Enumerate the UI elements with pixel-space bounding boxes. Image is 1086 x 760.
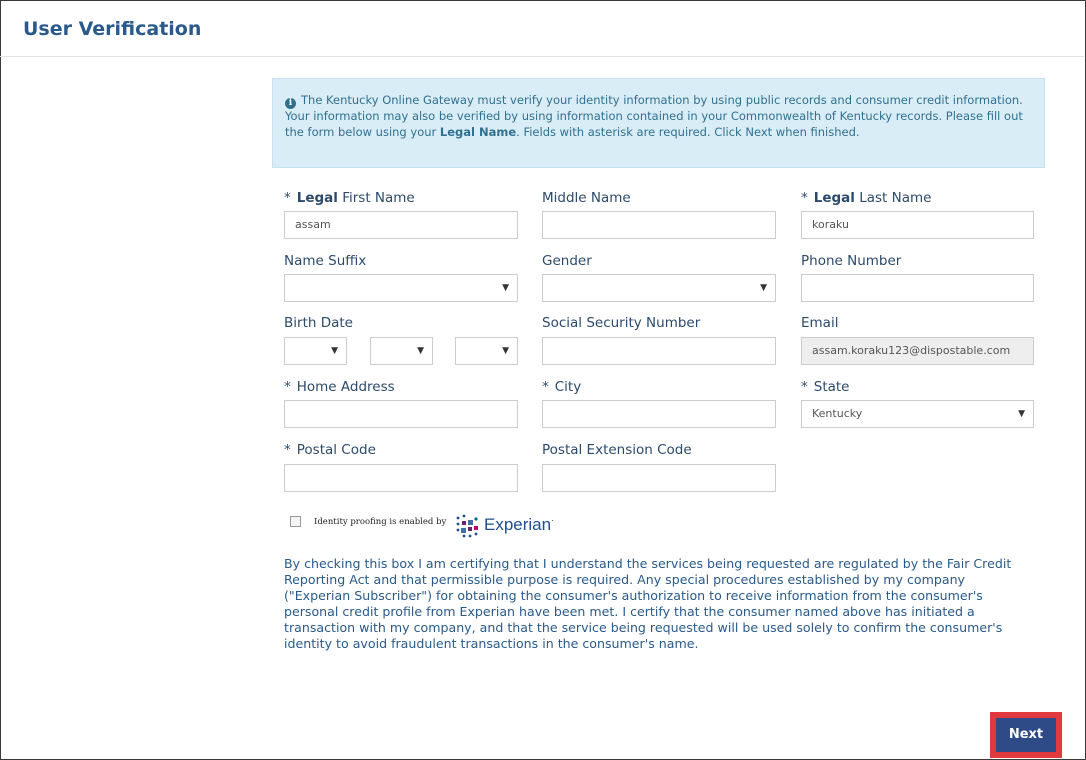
birth-year-select[interactable]: ▼	[455, 337, 518, 365]
gender-select[interactable]: ▼	[542, 274, 776, 302]
state-value: Kentucky	[812, 407, 863, 420]
phone-input[interactable]	[801, 274, 1034, 302]
experian-brand-mark: ·	[551, 515, 555, 525]
first-name-input[interactable]: assam	[284, 211, 518, 239]
dropdown-arrow-icon: ▼	[417, 346, 424, 356]
required-asterisk: *	[284, 190, 291, 206]
title-divider	[0, 56, 1084, 57]
certification-text: By checking this box I am certifying tha…	[284, 556, 1012, 651]
postal-code-input[interactable]	[284, 464, 518, 492]
phone-label: Phone Number	[801, 253, 902, 269]
dropdown-arrow-icon: ▼	[331, 346, 338, 356]
dropdown-arrow-icon: ▼	[760, 283, 767, 293]
last-name-input[interactable]: koraku	[801, 211, 1034, 239]
last-name-label: * Legal Last Name	[801, 190, 931, 206]
info-icon: i	[285, 98, 296, 109]
next-button[interactable]: Next	[996, 718, 1056, 752]
legal-bold: Legal	[296, 190, 338, 206]
home-address-label: * Home Address	[284, 379, 395, 395]
postal-ext-input[interactable]	[542, 464, 776, 492]
middle-name-input[interactable]	[542, 211, 776, 239]
required-asterisk: *	[284, 379, 291, 395]
name-suffix-select[interactable]: ▼	[284, 274, 518, 302]
name-suffix-label: Name Suffix	[284, 253, 367, 269]
state-label: * State	[801, 379, 849, 395]
middle-name-label: Middle Name	[542, 190, 631, 206]
required-asterisk: *	[284, 442, 291, 458]
required-asterisk: *	[542, 379, 549, 395]
legal-bold: Legal	[813, 190, 855, 206]
postal-code-label-text: Postal Code	[296, 442, 376, 458]
experian-logo-icon	[456, 514, 478, 538]
first-name-label: * Legal First Name	[284, 190, 415, 206]
last-name-label-text: Last Name	[854, 190, 932, 206]
dropdown-arrow-icon: ▼	[1018, 409, 1025, 419]
ssn-label: Social Security Number	[542, 315, 701, 331]
birth-day-select[interactable]: ▼	[370, 337, 433, 365]
city-input[interactable]	[542, 400, 776, 428]
birth-date-label: Birth Date	[284, 315, 353, 331]
ssn-input[interactable]	[542, 337, 776, 365]
gender-label: Gender	[542, 253, 592, 269]
home-address-label-text: Home Address	[296, 379, 395, 395]
experian-brand: Experian·	[484, 515, 554, 535]
city-label: * City	[542, 379, 581, 395]
birth-month-select[interactable]: ▼	[284, 337, 347, 365]
postal-ext-label: Postal Extension Code	[542, 442, 692, 458]
email-label: Email	[801, 315, 839, 331]
state-label-text: State	[813, 379, 850, 395]
info-text-after: . Fields with asterisk are required. Cli…	[516, 124, 860, 139]
certify-checkbox[interactable]	[290, 516, 301, 527]
first-name-label-text: First Name	[337, 190, 415, 206]
state-select[interactable]: Kentucky ▼	[801, 400, 1034, 428]
dropdown-arrow-icon: ▼	[502, 346, 509, 356]
postal-code-label: * Postal Code	[284, 442, 376, 458]
required-asterisk: *	[801, 379, 808, 395]
info-alert: i The Kentucky Online Gateway must verify…	[272, 78, 1045, 168]
identity-proofing-text: Identity proofing is enabled by	[314, 517, 447, 527]
info-bold-legal-name: Legal Name	[439, 124, 517, 139]
required-asterisk: *	[801, 190, 808, 206]
home-address-input[interactable]	[284, 400, 518, 428]
experian-brand-text: Experian	[484, 515, 552, 534]
city-label-text: City	[554, 379, 582, 395]
page-title: User Verification	[23, 18, 202, 40]
email-input[interactable]: assam.koraku123@dispostable.com	[801, 337, 1034, 365]
dropdown-arrow-icon: ▼	[502, 283, 509, 293]
